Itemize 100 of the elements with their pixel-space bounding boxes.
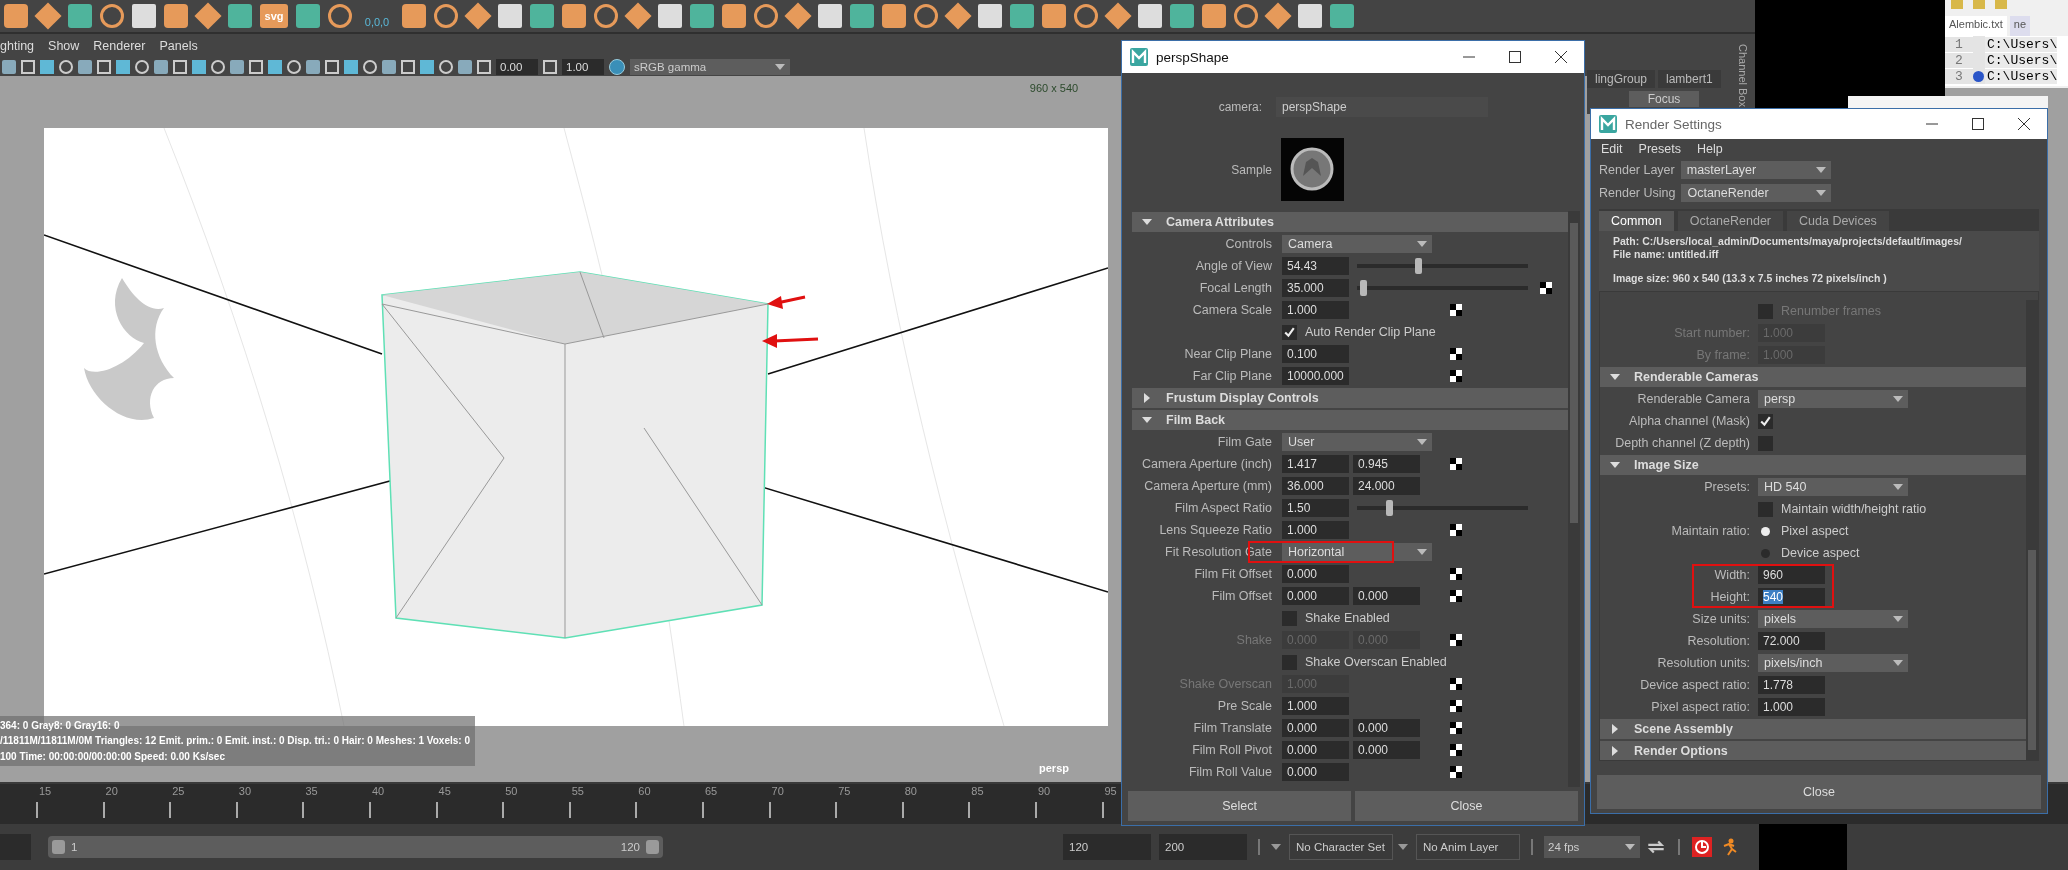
- dropdown[interactable]: OctaneRender: [1681, 184, 1832, 203]
- toolbar-icon[interactable]: [21, 60, 35, 74]
- caret-icon[interactable]: [1417, 241, 1427, 247]
- caret-icon[interactable]: [1893, 396, 1903, 402]
- side-tab[interactable]: Channel Box: [1737, 44, 1749, 107]
- menu-item[interactable]: Presets: [1638, 141, 1681, 156]
- shelf-tool-icon[interactable]: [1234, 4, 1258, 28]
- input-field[interactable]: 0.100: [1282, 345, 1349, 363]
- checker-map-icon[interactable]: [1450, 458, 1462, 470]
- toolbar-icon[interactable]: [325, 60, 339, 74]
- toolbar-icon[interactable]: [249, 60, 263, 74]
- checker-map-icon[interactable]: [1540, 282, 1552, 294]
- shelf-tool-icon[interactable]: [914, 4, 938, 28]
- input-field[interactable]: 0.000: [1282, 763, 1349, 781]
- toolbar-icon[interactable]: [287, 60, 301, 74]
- shelf-tool-icon[interactable]: 0,0,0: [360, 4, 394, 28]
- dropdown[interactable]: masterLayer: [1680, 161, 1831, 180]
- toggle-icon[interactable]: [609, 59, 625, 75]
- checker-map-icon[interactable]: [1450, 722, 1462, 734]
- checkbox[interactable]: [1282, 654, 1297, 670]
- input-field[interactable]: 1.417: [1282, 455, 1349, 473]
- input-field[interactable]: 1.778: [1758, 676, 1825, 694]
- shelf-tool-icon[interactable]: [594, 4, 618, 28]
- checker-map-icon[interactable]: [1450, 304, 1462, 316]
- caret-icon[interactable]: [1610, 372, 1620, 382]
- checker-map-icon[interactable]: [1450, 590, 1462, 602]
- section-header[interactable]: Scene Assembly: [1600, 719, 2026, 739]
- radio-button[interactable]: [1761, 526, 1770, 536]
- input-field[interactable]: 0.000: [1282, 719, 1349, 737]
- input-field[interactable]: 0.000: [1282, 565, 1349, 583]
- shelf-tool-icon[interactable]: [328, 4, 352, 28]
- fps-dropdown[interactable]: 24 fps: [1544, 836, 1640, 858]
- dropdown[interactable]: pixels: [1758, 610, 1908, 628]
- character-set-field[interactable]: No Character Set: [1289, 834, 1393, 860]
- close-icon[interactable]: [1555, 51, 1567, 63]
- gamma-field[interactable]: 1.00: [562, 59, 604, 75]
- caret-icon[interactable]: [1893, 660, 1903, 666]
- checker-map-icon[interactable]: [1450, 524, 1462, 536]
- shelf-tool-icon[interactable]: [100, 4, 124, 28]
- input-field[interactable]: 54.43: [1282, 257, 1349, 275]
- input-field[interactable]: 1.000: [1282, 521, 1349, 539]
- input-field[interactable]: 540: [1758, 588, 1825, 606]
- color-space-dropdown[interactable]: sRGB gamma: [630, 59, 790, 75]
- input-field[interactable]: 0.945: [1353, 455, 1420, 473]
- caret-icon[interactable]: [1142, 217, 1152, 227]
- menu-item[interactable]: Show: [48, 39, 80, 53]
- checker-map-icon[interactable]: [1450, 700, 1462, 712]
- input-field[interactable]: 0.000: [1282, 587, 1349, 605]
- shelf-tool-icon[interactable]: [434, 4, 458, 28]
- input-field[interactable]: 0.000: [1353, 719, 1420, 737]
- menu-item[interactable]: Renderer: [93, 39, 146, 53]
- menu-item[interactable]: ghting: [0, 39, 35, 53]
- input-field[interactable]: 0.000: [1353, 741, 1420, 759]
- tab[interactable]: Cuda Devices: [1787, 211, 1889, 231]
- caret-icon[interactable]: [1893, 616, 1903, 622]
- tab[interactable]: Alembic.txt: [1945, 16, 2007, 36]
- dialog-button[interactable]: Select: [1128, 791, 1351, 821]
- slider-thumb[interactable]: [1386, 500, 1394, 516]
- section-header[interactable]: Renderable Cameras: [1600, 367, 2026, 387]
- toolbar-icon[interactable]: [439, 60, 453, 74]
- caret-icon[interactable]: [1142, 415, 1152, 425]
- caret-icon[interactable]: [1625, 844, 1635, 850]
- slider-thumb[interactable]: [1415, 258, 1423, 274]
- radio-button[interactable]: [1761, 548, 1770, 558]
- dropdown[interactable]: Horizontal: [1282, 543, 1432, 561]
- maximize-icon[interactable]: [1509, 51, 1521, 63]
- input-field[interactable]: 35.000: [1282, 279, 1349, 297]
- scrollbar[interactable]: [2026, 300, 2038, 760]
- input-field[interactable]: 120: [1063, 834, 1151, 860]
- slider-thumb[interactable]: [1360, 280, 1368, 296]
- toolbar-icon[interactable]: [401, 60, 415, 74]
- checker-map-icon[interactable]: [1450, 370, 1462, 382]
- input-field[interactable]: 1.50: [1282, 499, 1349, 517]
- tab[interactable]: lingGroup: [1587, 70, 1656, 88]
- dropdown[interactable]: pixels/inch: [1758, 654, 1908, 672]
- toolbar-icon[interactable]: [135, 60, 149, 74]
- dropdown[interactable]: User: [1282, 433, 1432, 451]
- caret-icon[interactable]: [1893, 484, 1903, 490]
- section-header[interactable]: Frustum Display Controls: [1132, 388, 1568, 408]
- input-field[interactable]: 960: [1758, 566, 1825, 584]
- toolbar-icon[interactable]: [211, 60, 225, 74]
- maximize-icon[interactable]: [1972, 118, 1984, 130]
- checker-map-icon[interactable]: [1450, 348, 1462, 360]
- tab[interactable]: lambert1: [1658, 70, 1721, 88]
- tab[interactable]: OctaneRender: [1677, 211, 1784, 231]
- caret-icon[interactable]: [1816, 190, 1827, 197]
- caret-icon[interactable]: [1417, 439, 1427, 445]
- section-header[interactable]: Camera Attributes: [1132, 212, 1568, 232]
- menu-item[interactable]: Help: [1696, 141, 1723, 156]
- toolbar-icon[interactable]: [363, 60, 377, 74]
- toolbar-icon[interactable]: [59, 60, 73, 74]
- toolbar-icon[interactable]: [97, 60, 111, 74]
- input-field[interactable]: 10000.000: [1282, 367, 1349, 385]
- input-field[interactable]: 1.000: [1282, 697, 1349, 715]
- input-field[interactable]: 0.000: [1282, 741, 1349, 759]
- checkbox[interactable]: [1282, 324, 1297, 340]
- input-field[interactable]: 72.000: [1758, 632, 1825, 650]
- focus-button[interactable]: Focus: [1629, 91, 1699, 107]
- caret-icon[interactable]: [1417, 549, 1427, 555]
- dropdown[interactable]: Camera: [1282, 235, 1432, 253]
